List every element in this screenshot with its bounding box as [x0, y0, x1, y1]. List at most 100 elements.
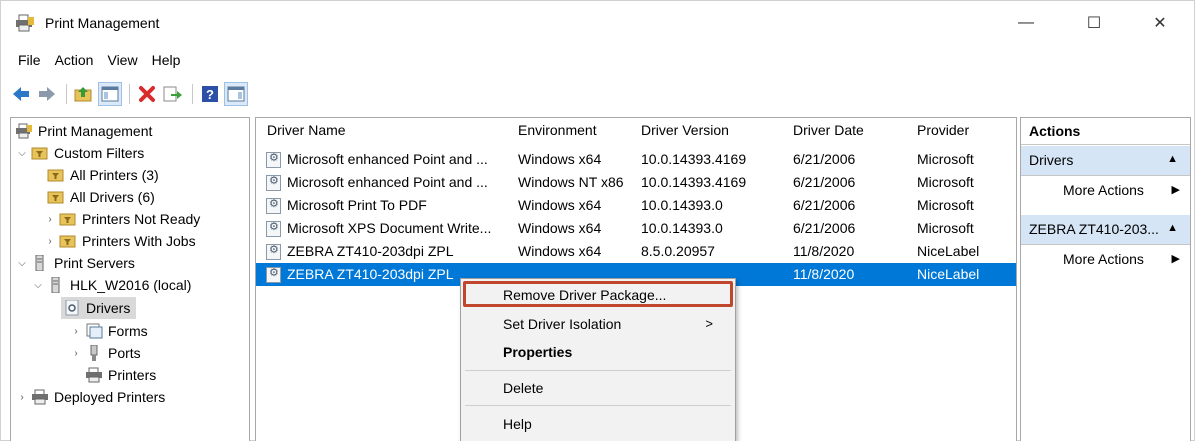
collapse-up-icon[interactable]: ▲ [1167, 222, 1178, 234]
back-icon[interactable] [9, 82, 33, 106]
menu-item-remove-driver-package[interactable]: Remove Driver Package... [461, 283, 735, 307]
tree-label: Printers With Jobs [82, 233, 196, 249]
cell-driver-name: Microsoft Print To PDF [287, 197, 427, 213]
submenu-arrow-icon: > [705, 316, 713, 331]
tree-label: Forms [108, 323, 148, 339]
cell-provider: Microsoft [917, 197, 974, 213]
column-header-driver-name[interactable]: Driver Name [267, 122, 346, 138]
table-row[interactable]: Microsoft enhanced Point and ... Windows… [256, 171, 1016, 194]
tree-label: Ports [108, 345, 141, 361]
filter-folder-icon [47, 191, 64, 204]
menu-item-properties[interactable]: Properties [461, 340, 735, 364]
cell-provider: NiceLabel [917, 243, 980, 259]
menu-item-set-driver-isolation[interactable]: Set Driver Isolation > [461, 312, 735, 336]
driver-icon [266, 243, 281, 260]
show-hide-tree-icon[interactable] [98, 82, 122, 106]
printer-icon [16, 123, 32, 139]
tree-item-printers-with-jobs[interactable]: › Printers With Jobs [43, 230, 196, 252]
cell-driver-date: 6/21/2006 [793, 220, 856, 236]
cell-driver-date: 6/21/2006 [793, 174, 856, 190]
printer-icon [32, 389, 48, 405]
actions-section-zebra[interactable]: ZEBRA ZT410-203... ▲ [1021, 215, 1190, 245]
cell-provider: NiceLabel [917, 266, 980, 282]
tree-item-custom-filters[interactable]: ⌵ Custom Filters [15, 142, 144, 164]
tree-item-deployed-printers[interactable]: › Deployed Printers [15, 386, 165, 408]
column-header-provider[interactable]: Provider [917, 122, 969, 138]
chevron-down-icon[interactable]: ⌵ [15, 148, 29, 159]
table-row[interactable]: Microsoft enhanced Point and ... Windows… [256, 148, 1016, 171]
chevron-right-icon[interactable]: › [43, 236, 57, 247]
driver-icon [65, 300, 79, 316]
tree-item-all-drivers[interactable]: All Drivers (6) [45, 186, 155, 208]
cell-driver-date: 11/8/2020 [793, 243, 855, 259]
menu-help[interactable]: Help [145, 49, 188, 73]
submenu-arrow-icon: ▶ [1171, 253, 1180, 265]
tree-item-server[interactable]: ⌵ HLK_W2016 (local) [31, 274, 191, 296]
help-icon[interactable]: ? [198, 82, 222, 106]
tree-label: All Printers (3) [70, 167, 159, 183]
tree-item-drivers[interactable]: Drivers [61, 297, 137, 319]
menu-file[interactable]: File [11, 49, 48, 73]
delete-icon[interactable] [135, 82, 159, 106]
tree-item-print-servers[interactable]: ⌵ Print Servers [15, 252, 135, 274]
column-header-driver-date[interactable]: Driver Date [793, 122, 864, 138]
tree-item-print-management[interactable]: Print Management [15, 120, 152, 142]
cell-driver-date: 11/8/2020 [793, 266, 855, 282]
print-management-window: Print Management — ☐ ✕ File Action View … [0, 0, 1195, 441]
toolbar-separator [129, 84, 130, 104]
tree-item-printers[interactable]: Printers [83, 364, 156, 386]
export-list-icon[interactable] [161, 82, 185, 106]
cell-environment: Windows x64 [518, 151, 602, 167]
driver-icon [266, 197, 281, 214]
filter-folder-icon [59, 235, 76, 248]
menu-action[interactable]: Action [48, 49, 101, 73]
column-header-driver-version[interactable]: Driver Version [641, 122, 729, 138]
cell-environment: Windows x64 [518, 220, 602, 236]
menu-view[interactable]: View [100, 49, 144, 73]
tree-label: HLK_W2016 (local) [70, 277, 192, 293]
menu-separator [465, 405, 731, 406]
driver-icon [266, 174, 281, 191]
actions-section-drivers[interactable]: Drivers ▲ [1021, 146, 1190, 176]
cell-driver-version: 10.0.14393.0 [641, 220, 723, 236]
cell-environment: Windows x64 [518, 243, 602, 259]
actions-pane: Actions Drivers ▲ More Actions ▶ ZEBRA Z… [1020, 117, 1191, 441]
more-actions-drivers[interactable]: More Actions ▶ [1021, 178, 1190, 204]
minimize-button[interactable]: — [997, 1, 1055, 45]
chevron-down-icon[interactable]: ⌵ [15, 258, 29, 269]
printer-icon [86, 367, 102, 383]
tree-item-ports[interactable]: › Ports [69, 342, 141, 364]
cell-driver-name: Microsoft enhanced Point and ... [287, 151, 488, 167]
table-row[interactable]: Microsoft Print To PDF Windows x64 10.0.… [256, 194, 1016, 217]
chevron-right-icon[interactable]: › [15, 392, 29, 403]
collapse-up-icon[interactable]: ▲ [1167, 153, 1178, 165]
more-actions-zebra[interactable]: More Actions ▶ [1021, 247, 1190, 273]
chevron-down-icon[interactable]: ⌵ [31, 280, 45, 291]
tree-label: Printers Not Ready [82, 211, 201, 227]
section-label: ZEBRA ZT410-203... [1029, 221, 1159, 237]
filter-folder-icon [47, 169, 64, 182]
tree-item-all-printers[interactable]: All Printers (3) [45, 164, 159, 186]
menu-bar: File Action View Help [1, 49, 187, 73]
forward-icon[interactable] [35, 82, 59, 106]
menu-item-help[interactable]: Help [461, 412, 735, 436]
show-action-pane-icon[interactable] [224, 82, 248, 106]
svg-text:?: ? [206, 87, 214, 102]
cell-driver-version: 10.0.14393.4169 [641, 151, 747, 167]
driver-icon [266, 151, 281, 168]
chevron-right-icon[interactable]: › [69, 326, 83, 337]
table-row[interactable]: ZEBRA ZT410-203dpi ZPL Windows x64 8.5.0… [256, 240, 1016, 263]
menu-item-delete[interactable]: Delete [461, 376, 735, 400]
chevron-right-icon[interactable]: › [69, 348, 83, 359]
tree-item-forms[interactable]: › Forms [69, 320, 148, 342]
maximize-button[interactable]: ☐ [1065, 1, 1123, 45]
tree-item-printers-not-ready[interactable]: › Printers Not Ready [43, 208, 200, 230]
chevron-right-icon[interactable]: › [43, 214, 57, 225]
section-label: Drivers [1029, 152, 1074, 168]
table-row[interactable]: Microsoft XPS Document Write... Windows … [256, 217, 1016, 240]
window-title: Print Management [45, 15, 160, 31]
close-button[interactable]: ✕ [1131, 1, 1189, 45]
up-folder-icon[interactable] [72, 82, 96, 106]
server-icon [35, 255, 44, 271]
column-header-environment[interactable]: Environment [518, 122, 597, 138]
